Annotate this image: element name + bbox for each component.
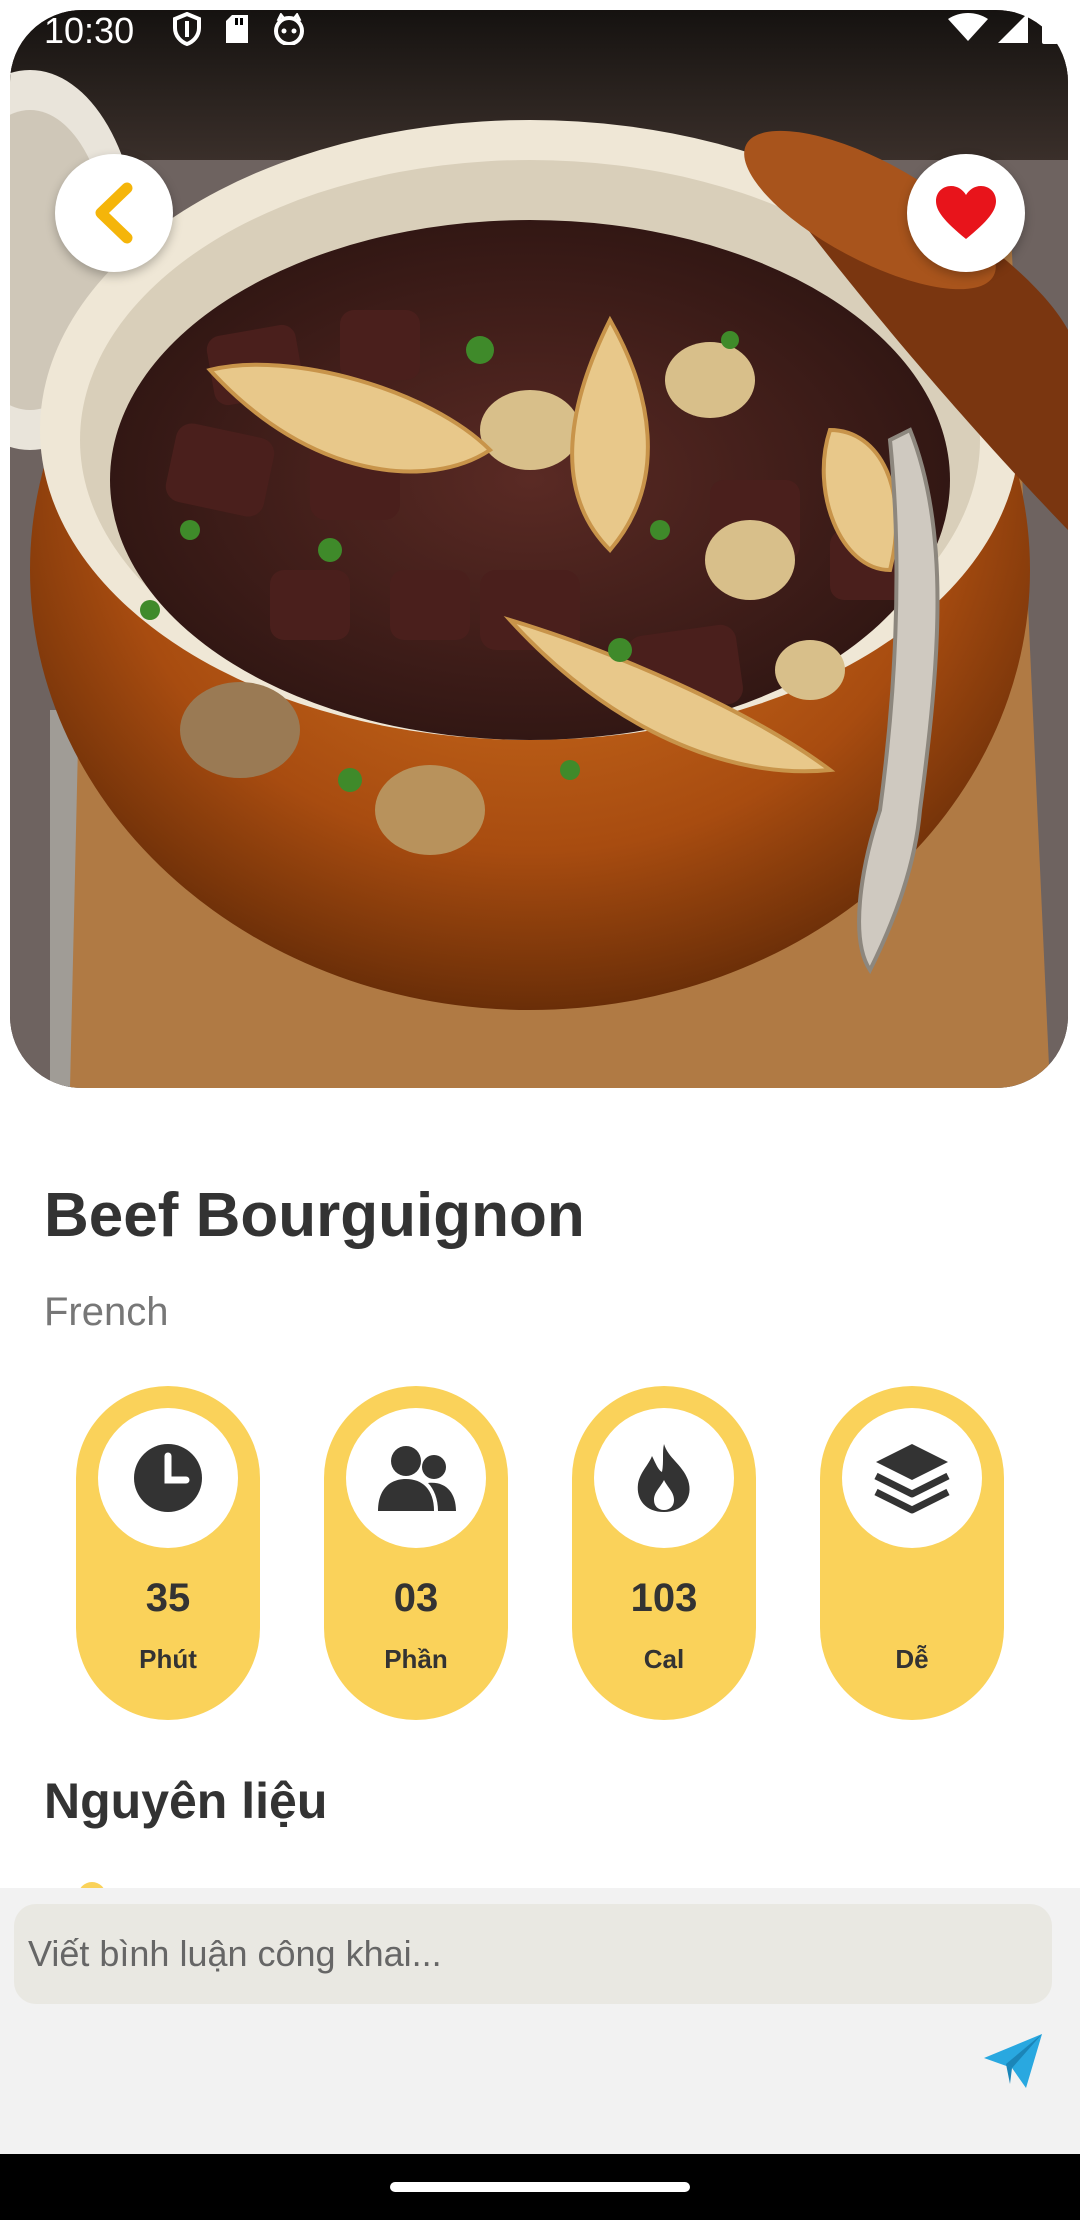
stat-servings-label: Phần	[384, 1644, 448, 1674]
comment-input[interactable]	[14, 1904, 1052, 2004]
flame-icon	[637, 1444, 690, 1512]
recipe-stats: 35 Phút 03 Phần 103 Cal Dễ	[76, 1386, 1006, 1720]
ingredients-heading: Nguyên liệu	[44, 1773, 328, 1829]
stat-difficulty-label: Dễ	[895, 1644, 929, 1674]
signal-icon	[998, 13, 1028, 43]
system-nav-bar	[0, 2154, 1080, 2220]
stat-servings: 03 Phần	[324, 1386, 508, 1720]
status-icons-left	[172, 12, 306, 46]
comment-panel	[0, 1888, 1080, 2154]
status-bar: 10:30	[0, 0, 1080, 64]
stat-calories: 103 Cal	[572, 1386, 756, 1720]
status-icons-right	[948, 12, 1060, 44]
recipe-title: Beef Bourguignon	[44, 1181, 585, 1250]
people-icon	[378, 1446, 456, 1511]
heart-icon	[936, 186, 996, 239]
dish-illustration	[10, 10, 1068, 1088]
send-icon	[984, 2034, 1042, 2088]
stat-time: 35 Phút	[76, 1386, 260, 1720]
chevron-left-icon	[95, 182, 133, 244]
sd-card-icon	[226, 15, 248, 43]
stat-servings-value: 03	[393, 1576, 439, 1620]
stat-calories-value: 103	[630, 1576, 698, 1620]
stat-time-label: Phút	[139, 1644, 197, 1674]
shield-icon	[173, 12, 201, 46]
send-button[interactable]	[980, 2028, 1046, 2094]
favorite-button[interactable]	[907, 154, 1025, 272]
back-button[interactable]	[55, 154, 173, 272]
home-indicator[interactable]	[390, 2182, 690, 2192]
battery-icon	[1042, 12, 1058, 44]
stat-time-value: 35	[145, 1576, 191, 1620]
stat-calories-label: Cal	[643, 1644, 685, 1674]
layers-icon	[874, 1444, 950, 1514]
clock-icon	[134, 1444, 202, 1512]
recipe-cuisine: French	[44, 1290, 169, 1334]
status-time: 10:30	[44, 10, 135, 51]
stat-difficulty: Dễ	[820, 1386, 1004, 1720]
cat-face-icon	[274, 13, 304, 45]
hero-image	[10, 10, 1068, 1088]
wifi-icon	[948, 13, 988, 41]
